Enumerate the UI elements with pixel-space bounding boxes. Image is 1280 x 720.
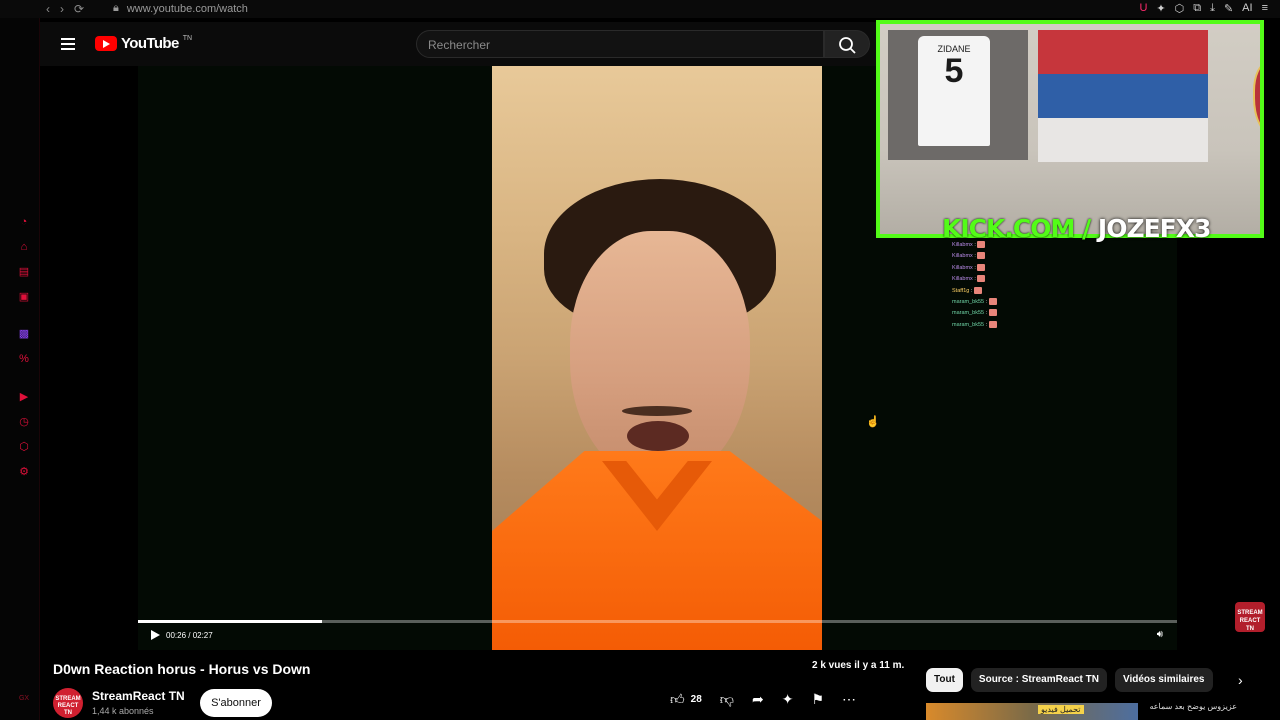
wall-poster: ZIDANE 5 — [888, 30, 1028, 160]
chat-line: maram_bk55 : — [952, 320, 1177, 331]
thumbs-down-icon[interactable]: 👎︎ — [720, 691, 734, 708]
emote-icon — [977, 241, 986, 249]
emote-icon — [973, 286, 982, 294]
search-input[interactable]: Rechercher — [416, 30, 824, 58]
download-icon[interactable]: ⤓ — [1210, 2, 1215, 15]
url-text: www.youtube.com/watch — [126, 2, 248, 15]
jersey-number: 5 — [944, 52, 964, 90]
youtube-header: YouTube TN Rechercher — [40, 22, 880, 66]
serbian-flag — [1038, 30, 1260, 162]
back-icon[interactable]: ‹ — [46, 3, 50, 15]
video-actions: 👍︎ 28 👎︎ ➦ ✦ ⚑ ⋯ — [670, 691, 856, 708]
time-display: 00:26 / 02:27 — [166, 631, 213, 640]
percent-icon[interactable]: % — [17, 352, 31, 366]
kick-brand: KICK.COM / — [942, 214, 1091, 243]
mouse-cursor-icon: ☝ — [866, 416, 880, 428]
speed-icon[interactable]: ◔ — [17, 215, 31, 229]
chat-line: maram_bk55 : — [952, 308, 1177, 319]
extension-icon[interactable]: ✦ — [1156, 2, 1165, 15]
messenger-icon[interactable]: ▣ — [17, 290, 31, 304]
chip-all[interactable]: Tout — [926, 668, 963, 692]
youtube-logo[interactable]: YouTube TN — [95, 35, 192, 52]
chat-line: maram_bk55 : — [952, 297, 1177, 308]
volume-icon[interactable]: 🔊︎ — [1157, 629, 1163, 640]
video-subject-mouth — [627, 421, 689, 451]
history-icon[interactable]: ◷ — [17, 415, 31, 429]
video-frame — [492, 66, 822, 650]
emote-icon — [988, 320, 997, 328]
video-meta: 2 k vues il y a 11 m. — [812, 660, 905, 671]
twitch-icon[interactable]: ▩ — [17, 327, 31, 341]
hamburger-menu-icon[interactable] — [61, 38, 75, 50]
save-bookmark-icon[interactable]: ⚑ — [811, 691, 824, 708]
forward-icon[interactable]: › — [60, 3, 64, 15]
search-icon — [839, 37, 856, 54]
video-subject-mustache — [622, 406, 692, 416]
player-icon[interactable]: ▶ — [17, 390, 31, 404]
chat-line: Killabmx : — [952, 274, 1177, 285]
video-title: D0wn Reaction horus - Horus vs Down — [53, 661, 311, 677]
more-options-icon[interactable]: ⋯ — [842, 691, 856, 708]
extensions-puzzle-icon[interactable]: ⧉ — [1193, 2, 1201, 15]
related-filter-chips: Tout Source : StreamReact TN Vidéos simi… — [926, 668, 1213, 692]
settings-icon[interactable]: ⚙ — [17, 465, 31, 479]
browser-nav: ‹ › ⟳ — [0, 3, 84, 15]
logo-wordmark: YouTube — [121, 35, 179, 52]
store-icon[interactable]: ⌂ — [17, 240, 31, 254]
share-icon[interactable]: ➦ — [752, 691, 764, 708]
streamreact-watermark: STREAM REACT TN — [1235, 602, 1265, 632]
kick-channel-label: KICK.COM / JOZEFX3 — [942, 214, 1212, 243]
subscribe-button[interactable]: S'abonner — [200, 689, 272, 717]
search-button[interactable] — [824, 30, 870, 58]
channel-name[interactable]: StreamReact TN — [92, 689, 185, 703]
address-bar[interactable]: 🔒︎ www.youtube.com/watch — [113, 2, 248, 15]
football-jersey: ZIDANE 5 — [918, 36, 990, 146]
emote-icon — [977, 252, 986, 260]
gx-logo-icon[interactable]: GX — [17, 692, 31, 706]
suggested-video-thumbnail[interactable]: تحميل فيديو — [926, 703, 1138, 720]
browser-toolbar: ‹ › ⟳ 🔒︎ www.youtube.com/watch U ✦ ⬡ ⧉ ⤓… — [0, 0, 1280, 18]
thumbnail-text: تحميل فيديو — [1038, 705, 1084, 714]
ublock-icon[interactable]: U — [1139, 2, 1147, 15]
edit-icon[interactable]: ✎ — [1224, 2, 1233, 15]
thumbs-up-icon: 👍︎ — [670, 691, 685, 707]
lock-icon: 🔒︎ — [113, 2, 119, 14]
emote-icon — [988, 298, 997, 306]
chevron-right-icon[interactable]: › — [1238, 672, 1243, 688]
sparkle-icon[interactable]: ✦ — [782, 691, 794, 708]
channel-avatar[interactable]: STREAM REACT TN — [53, 688, 83, 718]
search-placeholder: Rechercher — [428, 38, 491, 52]
country-code: TN — [182, 35, 193, 42]
menu-icon[interactable]: ≡ — [1262, 2, 1268, 15]
chip-source[interactable]: Source : StreamReact TN — [970, 668, 1107, 692]
emote-icon — [977, 275, 986, 283]
stream-chat: Killabmx : Killabmx : Killabmx : Killabm… — [952, 240, 1177, 331]
suggested-video-title[interactable]: عزيزوس يوضح بعد سماعه — [1142, 702, 1237, 711]
kick-username: JOZEFX3 — [1097, 214, 1212, 243]
youtube-play-icon — [95, 36, 117, 51]
ai-button[interactable]: AI — [1242, 2, 1252, 15]
chip-similar[interactable]: Vidéos similaires — [1114, 668, 1213, 692]
streamer-webcam: ZIDANE 5 — [876, 20, 1264, 238]
chat-line: Killabmx : — [952, 240, 1177, 251]
subscriber-count: 1,44 k abonnés — [92, 706, 154, 716]
extension-icon[interactable]: ⬡ — [1175, 2, 1185, 15]
progress-fill — [138, 620, 322, 623]
like-button[interactable]: 👍︎ 28 — [670, 691, 702, 708]
like-count: 28 — [690, 694, 702, 705]
chat-line: Killabmx : — [952, 263, 1177, 274]
chat-line: Killabmx : — [952, 251, 1177, 262]
extensions-icon[interactable]: ⬡ — [17, 440, 31, 454]
emote-icon — [988, 309, 997, 317]
chat-line: Staff1g : — [952, 286, 1177, 297]
wallet-icon[interactable]: ▤ — [17, 265, 31, 279]
reload-icon[interactable]: ⟳ — [74, 3, 84, 15]
gx-sidebar: ◔ ⌂ ▤ ▣ ▩ % ▶ ◷ ⬡ ⚙ GX — [0, 18, 40, 720]
emote-icon — [977, 263, 986, 271]
play-icon[interactable] — [151, 630, 160, 640]
progress-bar[interactable] — [138, 620, 1177, 623]
extensions-bar: U ✦ ⬡ ⧉ ⤓ ✎ AI ≡ — [1139, 2, 1268, 15]
